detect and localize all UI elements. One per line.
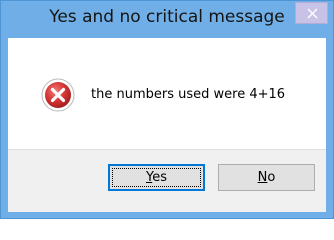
message-area: the numbers used were 4+16 bbox=[8, 38, 326, 149]
message-box-window: Yes and no critical message the numbers … bbox=[0, 0, 334, 219]
no-button[interactable]: No bbox=[218, 164, 315, 191]
yes-button-label: Yes bbox=[146, 170, 167, 185]
button-bar: Yes No bbox=[8, 149, 326, 212]
yes-button[interactable]: Yes bbox=[108, 164, 205, 191]
close-icon bbox=[307, 8, 318, 19]
no-accelerator: N bbox=[257, 170, 268, 185]
message-text: the numbers used were 4+16 bbox=[91, 87, 286, 102]
close-button[interactable] bbox=[295, 2, 328, 24]
title-bar[interactable]: Yes and no critical message bbox=[1, 1, 333, 38]
dialog-client-area: the numbers used were 4+16 Yes No bbox=[8, 38, 326, 212]
no-label-rest: o bbox=[267, 170, 276, 185]
error-icon bbox=[41, 78, 75, 112]
no-button-label: No bbox=[258, 170, 276, 185]
yes-label-rest: es bbox=[152, 170, 167, 185]
window-title: Yes and no critical message bbox=[49, 7, 285, 27]
